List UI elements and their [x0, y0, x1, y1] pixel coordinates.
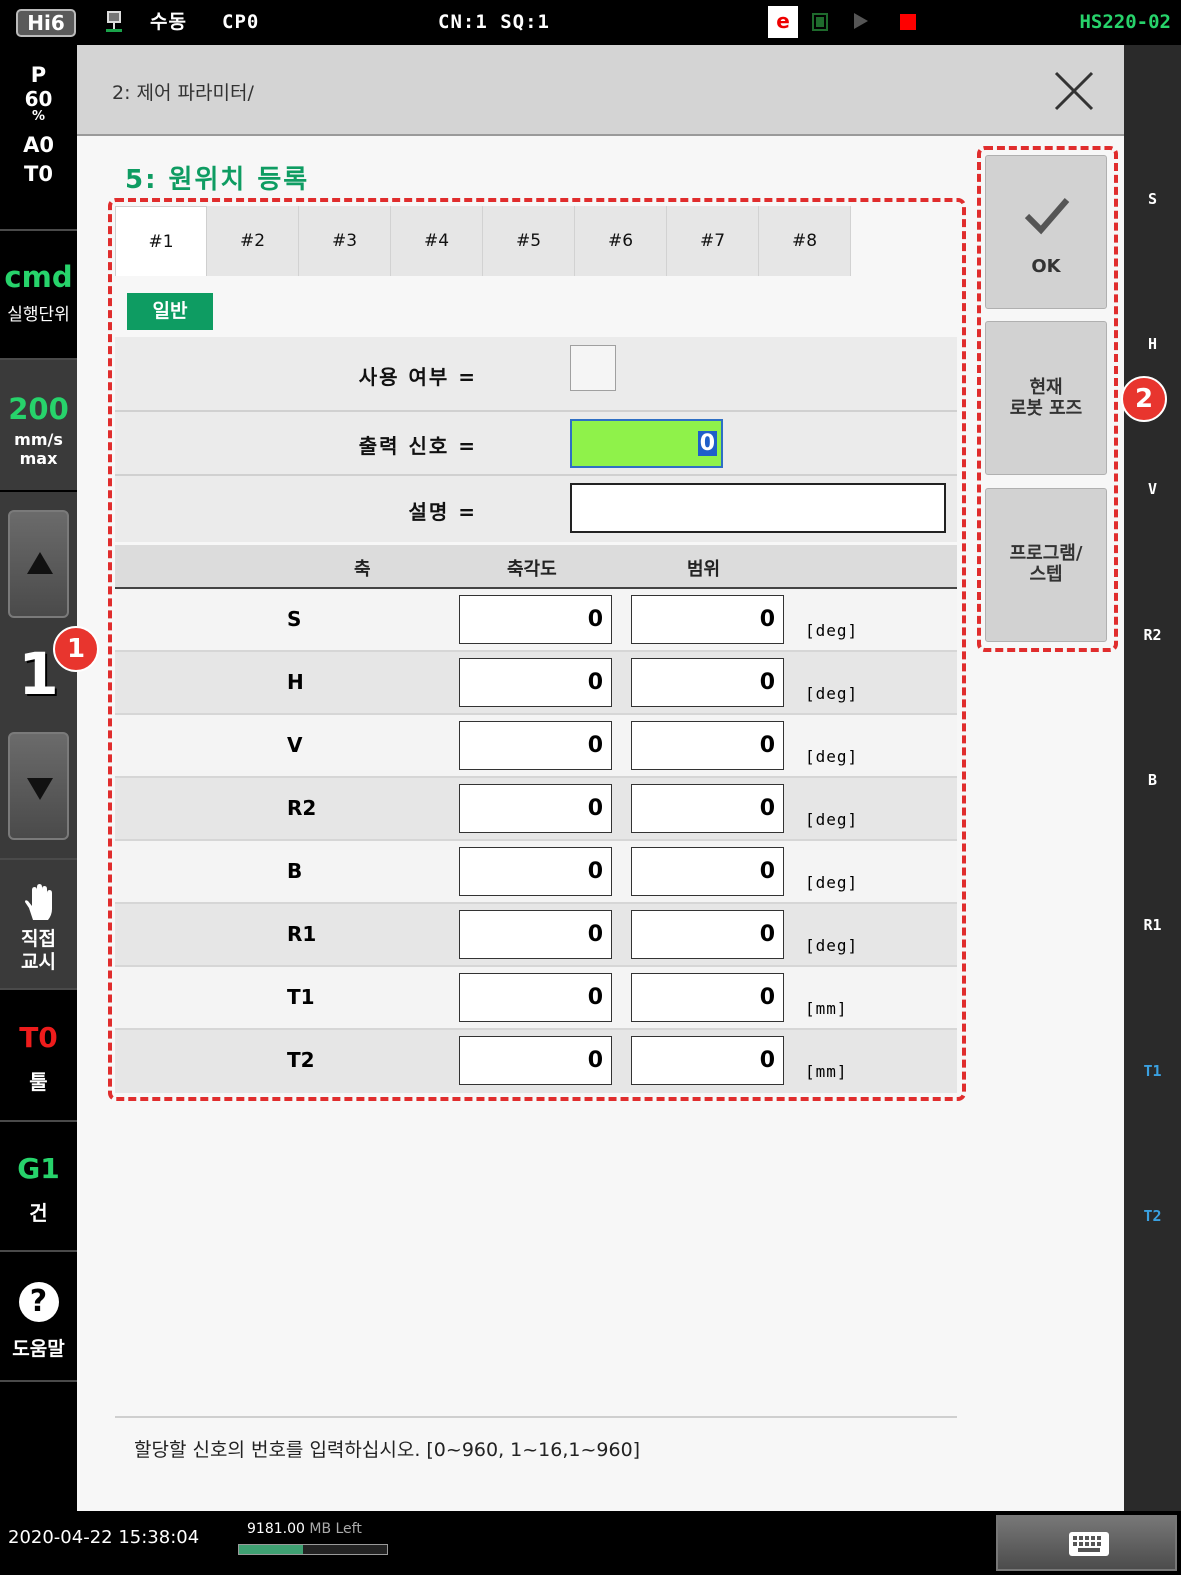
hi6-logo: Hi6 — [16, 9, 76, 37]
direct-teach-button[interactable]: 직접 교시 — [0, 860, 77, 988]
speed-unit: mm/s — [14, 430, 63, 449]
axis-label-s[interactable]: S — [1124, 190, 1181, 208]
tool-button[interactable]: T0 툴 — [0, 1021, 77, 1095]
datetime: 2020-04-22 15:38:04 — [8, 1527, 200, 1548]
axis-label-r2[interactable]: R2 — [1124, 626, 1181, 644]
direct-teach-line1: 직접 — [21, 928, 56, 950]
axis-label-h[interactable]: H — [1124, 335, 1181, 353]
hint-text: 할당할 신호의 번호를 입력하십시오. [0~960, 1~16,1~960] — [134, 1439, 641, 1461]
hint-divider — [115, 1416, 957, 1418]
breadcrumb[interactable]: 2: 제어 파라미터/ — [112, 78, 254, 105]
annotation-frame-1 — [108, 198, 966, 1101]
speed-p-label: P — [30, 63, 47, 87]
cmd-sub-label: 실행단위 — [7, 305, 70, 325]
a-value: A0 — [23, 133, 54, 157]
e-status-icon[interactable]: e — [768, 6, 798, 38]
left-sidebar: P 60 % A0 T0 cmd 실행단위 200 mm/s max 1 직접 … — [0, 45, 77, 1511]
page-title: 5: 원위치 등록 — [125, 165, 310, 195]
arrow-up-icon — [27, 552, 53, 574]
memory-unit: MB Left — [309, 1521, 362, 1537]
speed-override[interactable]: P 60 % A0 T0 — [0, 63, 77, 186]
speed-percent-value: 60 — [24, 87, 53, 111]
step-up-button[interactable] — [8, 510, 69, 618]
arrow-down-icon — [27, 778, 53, 800]
memory-value: 9181.00 — [247, 1521, 305, 1537]
speed-max: max — [19, 449, 58, 468]
gun-button[interactable]: G1 건 — [0, 1152, 77, 1226]
cp-label: CP0 — [222, 11, 260, 33]
stop-icon[interactable] — [900, 14, 916, 30]
step-down-button[interactable] — [8, 732, 69, 840]
speed-button[interactable]: 200 mm/s max — [0, 360, 77, 490]
memory-indicator: 9181.00 MB Left — [247, 1521, 362, 1537]
right-axis-sidebar: S H V R2 B R1 T1 T2 — [1124, 45, 1181, 1511]
percent-sign: % — [31, 109, 46, 124]
axis-label-t2[interactable]: T2 — [1124, 1207, 1181, 1225]
step-panel: 1 — [0, 492, 77, 858]
hand-icon — [24, 884, 52, 920]
help-label: 도움말 — [12, 1338, 65, 1360]
help-button[interactable]: ? 도움말 — [0, 1282, 77, 1361]
tool-label: 툴 — [29, 1070, 48, 1094]
pc-connection-icon — [106, 11, 122, 32]
play-icon[interactable] — [854, 13, 868, 29]
speed-value: 200 — [8, 392, 69, 426]
axis-label-t1[interactable]: T1 — [1124, 1062, 1181, 1080]
memory-bar — [238, 1544, 388, 1555]
mode-label: 수동 — [150, 11, 187, 33]
keyboard-button[interactable] — [996, 1515, 1177, 1571]
help-icon: ? — [18, 1282, 59, 1322]
annotation-frame-2 — [977, 146, 1118, 652]
cmd-label: cmd — [4, 260, 73, 294]
gun-label: 건 — [29, 1201, 48, 1225]
monitor-icon[interactable] — [812, 13, 828, 31]
cn-sq-label: CN:1 SQ:1 — [438, 11, 550, 33]
annotation-marker-1: 1 — [53, 626, 99, 672]
tool-value: T0 — [19, 1021, 58, 1054]
robot-model-label: HS220-02 — [1079, 11, 1171, 33]
axis-label-r1[interactable]: R1 — [1124, 916, 1181, 934]
memory-bar-fill — [239, 1545, 303, 1554]
t-value: T0 — [24, 162, 53, 186]
bottom-status-bar: 2020-04-22 15:38:04 9181.00 MB Left — [0, 1511, 1181, 1575]
main-panel: 2: 제어 파라미터/ 5: 원위치 등록 #1 #2 #3 #4 #5 #6 … — [53, 45, 1167, 1511]
direct-teach-line2: 교시 — [21, 951, 56, 973]
close-icon[interactable] — [1054, 71, 1094, 111]
gun-value: G1 — [17, 1152, 60, 1185]
keyboard-icon — [1069, 1532, 1109, 1556]
axis-label-b[interactable]: B — [1124, 771, 1181, 789]
top-status-bar: Hi6 수동 CP0 CN:1 SQ:1 e HS220-02 — [0, 0, 1181, 45]
breadcrumb-bar: 2: 제어 파라미터/ — [77, 45, 1124, 136]
axis-label-v[interactable]: V — [1124, 480, 1181, 498]
cmd-button[interactable]: cmd 실행단위 — [0, 260, 77, 325]
annotation-marker-2: 2 — [1121, 376, 1167, 422]
